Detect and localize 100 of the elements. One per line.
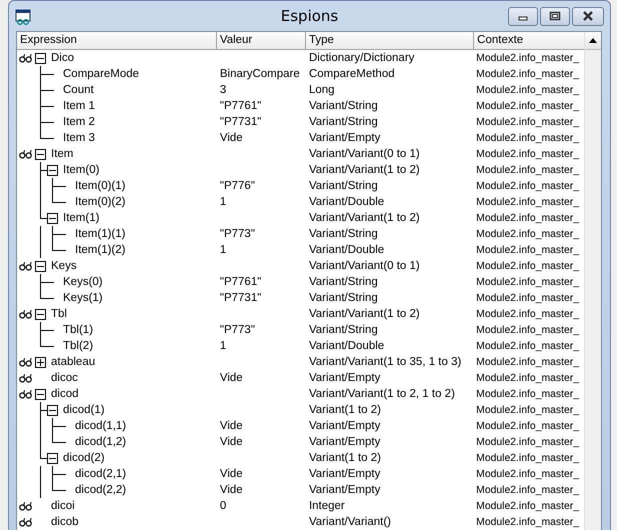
window-title: Espions: [280, 7, 338, 25]
expression-text: dicod(1,1): [75, 420, 126, 432]
type-text: Variant/Empty: [308, 436, 380, 448]
type-text: Variant/Variant(1 to 2): [308, 308, 420, 320]
collapse-icon[interactable]: [35, 260, 46, 272]
value-text: BinaryCompare: [220, 68, 300, 80]
close-button[interactable]: [572, 6, 604, 26]
expression-text: dicoi: [51, 500, 75, 512]
type-text: Variant/Empty: [308, 132, 380, 144]
expression-text: dicod(1): [63, 404, 105, 416]
collapse-icon[interactable]: [35, 308, 46, 320]
value-text: 0: [220, 500, 226, 512]
type-text: Variant/Variant(0 to 1): [308, 260, 420, 272]
scroll-up-button[interactable]: [585, 32, 601, 50]
expression-text: Item(0)(1): [75, 180, 126, 192]
context-text: Module2.info_master_: [476, 52, 579, 64]
expression-text: Tbl(1): [63, 324, 94, 336]
context-text: Module2.info_master_: [476, 516, 579, 528]
value-text: "P773": [220, 324, 255, 336]
expression-text: Tbl: [51, 308, 67, 320]
type-text: Variant/String: [308, 276, 378, 288]
type-text: Variant/String: [308, 292, 378, 304]
value-text: Vide: [220, 420, 243, 432]
expression-text: Item(1)(1): [75, 228, 126, 240]
column-header[interactable]: Type: [306, 32, 474, 49]
context-text: Module2.info_master_: [476, 356, 579, 368]
column-header[interactable]: Valeur: [216, 32, 306, 49]
type-text: Variant/String: [308, 180, 378, 192]
context-text: Module2.info_master_: [476, 308, 579, 320]
value-text: "P7731": [220, 292, 262, 304]
type-text: Integer: [308, 500, 345, 512]
context-text: Module2.info_master_: [476, 420, 579, 432]
value-text: "P7731": [220, 116, 262, 128]
expression-text: Keys(1): [63, 292, 103, 304]
expression-text: Item 2: [63, 116, 95, 128]
context-text: Module2.info_master_: [476, 388, 579, 400]
type-text: Variant(1 to 2): [308, 452, 381, 464]
context-text: Module2.info_master_: [476, 68, 579, 80]
type-text: Variant/Variant(1 to 2): [308, 212, 420, 224]
vertical-scrollbar[interactable]: [584, 32, 601, 530]
value-text: Vide: [220, 484, 243, 496]
type-text: Variant/Empty: [308, 468, 380, 480]
type-text: Variant/Variant(1 to 35, 1 to 3): [308, 356, 462, 368]
context-text: Module2.info_master_: [476, 116, 579, 128]
glasses-icon: [19, 310, 32, 318]
context-text: Module2.info_master_: [476, 324, 579, 336]
context-text: Module2.info_master_: [476, 100, 579, 112]
value-text: 1: [220, 196, 226, 208]
close-icon: [582, 11, 594, 21]
value-text: Vide: [220, 468, 243, 480]
expression-text: dicod(1,2): [75, 436, 126, 448]
column-header[interactable]: Contexte: [474, 32, 584, 49]
expression-text: Item 1: [63, 100, 95, 112]
type-text: CompareMethod: [308, 68, 395, 80]
collapse-icon[interactable]: [35, 388, 46, 400]
type-text: Dictionary/Dictionary: [308, 52, 414, 64]
context-text: Module2.info_master_: [476, 164, 579, 176]
collapse-icon[interactable]: [47, 212, 58, 224]
context-text: Module2.info_master_: [476, 148, 579, 160]
type-text: Variant/String: [308, 228, 378, 240]
context-text: Module2.info_master_: [476, 260, 579, 272]
collapse-icon[interactable]: [47, 164, 58, 176]
column-header[interactable]: Expression: [17, 32, 217, 49]
expression-text: dicod(2): [63, 452, 105, 464]
type-text: Variant/Double: [308, 340, 384, 352]
maximize-button[interactable]: [540, 6, 570, 26]
expression-text: Keys: [51, 260, 77, 272]
context-text: Module2.info_master_: [476, 404, 579, 416]
context-text: Module2.info_master_: [476, 228, 579, 240]
context-text: Module2.info_master_: [476, 292, 579, 304]
value-text: 1: [220, 340, 226, 352]
collapse-icon[interactable]: [35, 148, 46, 160]
expression-text: Item: [51, 148, 74, 160]
value-text: "P7761": [220, 276, 262, 288]
type-text: Long: [308, 84, 335, 96]
type-text: Variant/Double: [308, 196, 384, 208]
collapse-icon[interactable]: [47, 452, 58, 464]
context-text: Module2.info_master_: [476, 468, 579, 480]
expression-text: Count: [63, 84, 94, 96]
context-text: Module2.info_master_: [476, 484, 579, 496]
glasses-icon: [19, 358, 32, 366]
up-arrow-icon: [589, 38, 597, 43]
minimize-button[interactable]: [508, 6, 538, 26]
value-text: "P773": [220, 228, 255, 240]
value-text: Vide: [220, 132, 243, 144]
expression-text: Item(0): [63, 164, 100, 176]
context-text: Module2.info_master_: [476, 452, 579, 464]
expression-text: atableau: [51, 356, 96, 368]
collapse-icon[interactable]: [35, 52, 46, 64]
context-text: Module2.info_master_: [476, 84, 579, 96]
value-text: Vide: [220, 436, 243, 448]
value-text: "P7761": [220, 100, 262, 112]
collapse-icon[interactable]: [47, 404, 58, 416]
type-text: Variant/Empty: [308, 372, 380, 384]
value-text: 1: [220, 244, 226, 256]
expand-icon[interactable]: [35, 356, 46, 368]
glasses-icon: [19, 390, 32, 398]
expression-text: Dico: [51, 52, 74, 64]
type-text: Variant/Empty: [308, 484, 380, 496]
expression-text: dicod: [51, 388, 78, 400]
